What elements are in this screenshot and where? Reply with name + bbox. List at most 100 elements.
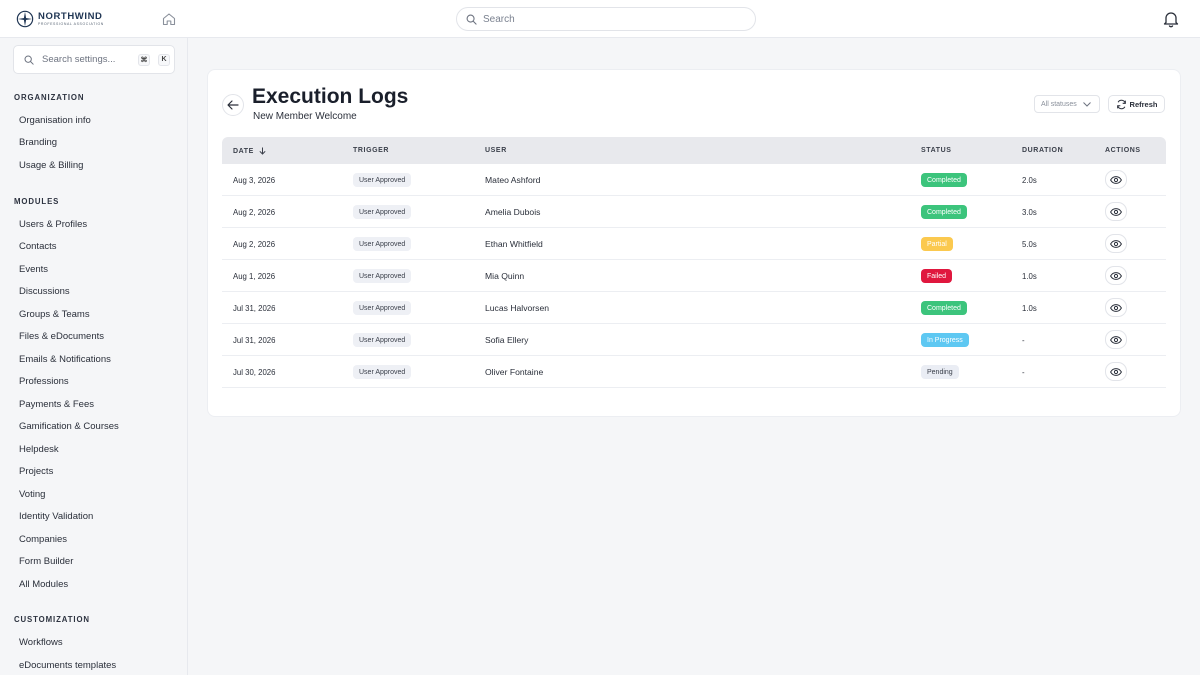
- sidebar-item-discussions[interactable]: Discussions: [19, 286, 70, 297]
- sidebar-item-contacts[interactable]: Contacts: [19, 241, 57, 252]
- sidebar-item-professions[interactable]: Professions: [19, 376, 69, 387]
- home-icon[interactable]: [161, 11, 177, 27]
- back-button[interactable]: [222, 94, 244, 116]
- cell-user[interactable]: Lucas Halvorsen: [485, 303, 549, 313]
- shortcut-key-cmd: ⌘: [138, 53, 150, 66]
- trigger-badge: User Approved: [353, 333, 412, 347]
- section-title-modules: MODULES: [14, 197, 60, 206]
- brand-name: NORTHWIND: [38, 10, 103, 22]
- global-search-input[interactable]: [483, 13, 723, 25]
- sidebar-item-files-edocuments[interactable]: Files & eDocuments: [19, 331, 104, 342]
- status-badge: Pending: [921, 365, 959, 379]
- column-header-duration: DURATION: [1022, 147, 1064, 154]
- cell-user[interactable]: Amelia Dubois: [485, 207, 540, 217]
- sidebar-item-edocuments-templates[interactable]: eDocuments templates: [19, 660, 116, 671]
- cell-date: Jul 31, 2026: [233, 336, 276, 345]
- view-log-button[interactable]: [1105, 170, 1127, 189]
- status-badge: Completed: [921, 173, 967, 187]
- settings-search-input[interactable]: [42, 54, 130, 65]
- trigger-badge: User Approved: [353, 173, 412, 187]
- trigger-badge: User Approved: [353, 301, 412, 315]
- table-row: Aug 1, 2026 User Approved Mia Quinn Failed 1…: [222, 260, 1166, 292]
- global-search[interactable]: [456, 7, 756, 31]
- view-log-button[interactable]: [1105, 266, 1127, 285]
- cell-duration: -: [1022, 368, 1025, 377]
- sidebar-item-projects[interactable]: Projects: [19, 466, 53, 477]
- status-badge: Partial: [921, 237, 953, 251]
- sidebar-item-usage-billing[interactable]: Usage & Billing: [19, 160, 83, 171]
- sidebar-item-users-profiles[interactable]: Users & Profiles: [19, 219, 87, 230]
- column-header-date-label: DATE: [233, 147, 254, 155]
- sidebar-item-groups-teams[interactable]: Groups & Teams: [19, 309, 90, 320]
- refresh-label: Refresh: [1129, 99, 1158, 109]
- view-log-button[interactable]: [1105, 234, 1127, 253]
- sidebar-item-companies[interactable]: Companies: [19, 534, 67, 545]
- eye-icon: [1110, 303, 1122, 312]
- sidebar-item-form-builder[interactable]: Form Builder: [19, 556, 73, 567]
- sidebar-item-voting[interactable]: Voting: [19, 489, 45, 500]
- table-body: Aug 3, 2026 User Approved Mateo Ashford Com…: [222, 164, 1166, 388]
- eye-icon: [1110, 239, 1122, 248]
- column-header-trigger: TRIGGER: [353, 147, 390, 154]
- table-row: Jul 31, 2026 User Approved Sofia Ellery In …: [222, 324, 1166, 356]
- cell-date: Aug 2, 2026: [233, 240, 276, 249]
- trigger-badge: User Approved: [353, 237, 412, 251]
- bell-icon[interactable]: [1162, 10, 1180, 28]
- trigger-badge: User Approved: [353, 365, 412, 379]
- eye-icon: [1110, 271, 1122, 280]
- refresh-icon: [1116, 99, 1126, 109]
- cell-date: Aug 1, 2026: [233, 272, 276, 281]
- sidebar-item-gamification-courses[interactable]: Gamification & Courses: [19, 421, 119, 432]
- column-header-status: STATUS: [921, 147, 952, 154]
- arrow-down-icon: [259, 147, 266, 155]
- sidebar-item-workflows[interactable]: Workflows: [19, 637, 63, 648]
- status-badge: Failed: [921, 269, 953, 283]
- cell-user[interactable]: Sofia Ellery: [485, 335, 528, 345]
- search-icon: [466, 14, 477, 25]
- eye-icon: [1110, 367, 1122, 376]
- arrow-left-icon: [227, 100, 239, 110]
- cell-duration: 3.0s: [1022, 208, 1037, 217]
- eye-icon: [1110, 207, 1122, 216]
- top-bar: NORTHWIND PROFESSIONAL ASSOCIATION: [0, 0, 1200, 38]
- view-log-button[interactable]: [1105, 330, 1127, 349]
- status-filter-value: All statuses: [1041, 100, 1077, 108]
- view-log-button[interactable]: [1105, 298, 1127, 317]
- search-icon: [24, 55, 34, 65]
- sidebar-item-identity-validation[interactable]: Identity Validation: [19, 511, 93, 522]
- trigger-badge: User Approved: [353, 269, 412, 283]
- trigger-badge: User Approved: [353, 205, 412, 219]
- view-log-button[interactable]: [1105, 362, 1127, 381]
- cell-date: Jul 30, 2026: [233, 368, 276, 377]
- sidebar-item-payments-fees[interactable]: Payments & Fees: [19, 399, 94, 410]
- sidebar-item-events[interactable]: Events: [19, 264, 48, 275]
- sidebar-item-all-modules[interactable]: All Modules: [19, 579, 68, 590]
- cell-date: Jul 31, 2026: [233, 304, 276, 313]
- sidebar-item-helpdesk[interactable]: Helpdesk: [19, 444, 59, 455]
- status-badge: In Progress: [921, 333, 969, 347]
- section-title-customization: CUSTOMIZATION: [14, 615, 90, 624]
- execution-logs-card: Execution Logs New Member Welcome All st…: [207, 69, 1181, 417]
- refresh-button[interactable]: Refresh: [1108, 95, 1165, 113]
- brand-logo[interactable]: NORTHWIND PROFESSIONAL ASSOCIATION: [16, 10, 104, 28]
- chevron-down-icon: [1082, 101, 1091, 107]
- sidebar-item-emails-notifications[interactable]: Emails & Notifications: [19, 354, 111, 365]
- cell-user[interactable]: Mateo Ashford: [485, 175, 540, 185]
- cell-duration: 1.0s: [1022, 304, 1037, 313]
- table-row: Jul 30, 2026 User Approved Oliver Fontaine…: [222, 356, 1166, 388]
- cell-user[interactable]: Oliver Fontaine: [485, 367, 543, 377]
- cell-user[interactable]: Ethan Whitfield: [485, 239, 543, 249]
- sidebar-item-organisation-info[interactable]: Organisation info: [19, 115, 91, 126]
- status-filter-select[interactable]: All statuses: [1034, 95, 1100, 113]
- column-header-date[interactable]: DATE: [233, 147, 266, 155]
- eye-icon: [1110, 335, 1122, 344]
- sidebar-item-branding[interactable]: Branding: [19, 137, 57, 148]
- cell-date: Aug 2, 2026: [233, 208, 276, 217]
- cell-user[interactable]: Mia Quinn: [485, 271, 524, 281]
- shortcut-key-k: K: [158, 53, 170, 66]
- cell-duration: 5.0s: [1022, 240, 1037, 249]
- view-log-button[interactable]: [1105, 202, 1127, 221]
- status-badge: Completed: [921, 205, 967, 219]
- settings-sidebar: ⌘ K ORGANIZATION Organisation info Brand…: [0, 38, 188, 675]
- settings-search[interactable]: ⌘ K: [13, 45, 175, 74]
